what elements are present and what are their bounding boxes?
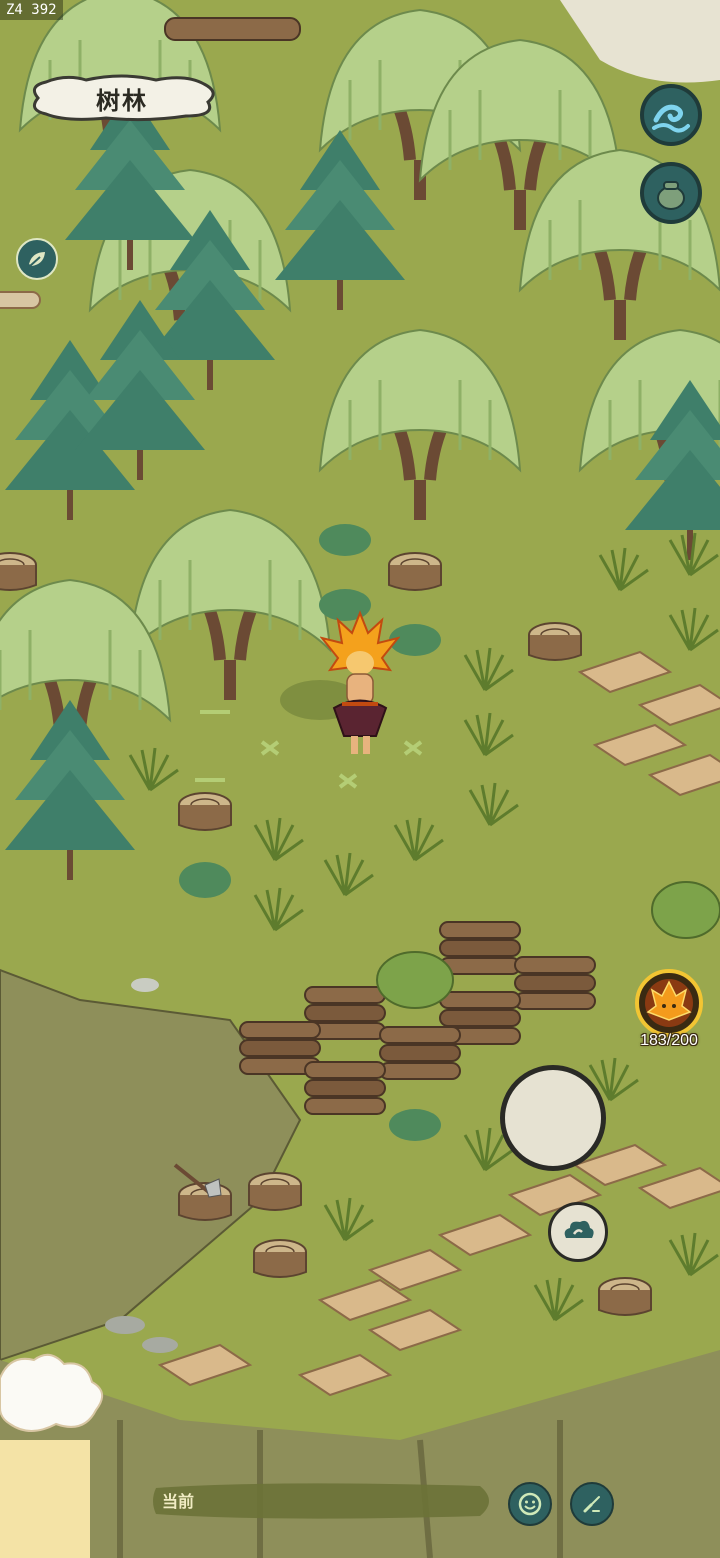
chat-bar-brush-icon xyxy=(153,1483,489,1519)
bag-button[interactable] xyxy=(640,162,702,224)
water-skill-button[interactable] xyxy=(640,84,702,146)
fire-hair-character-icon xyxy=(319,610,401,754)
chat-channel-label: 当前 xyxy=(162,1492,195,1511)
cloud-icon xyxy=(0,1353,103,1432)
chat-bar[interactable]: 当前 xyxy=(150,1478,495,1524)
energy-indicator[interactable]: 183/200 xyxy=(630,968,708,1058)
debug-id-text: Z4 392 xyxy=(0,0,63,20)
action-joystick[interactable] xyxy=(500,1065,606,1171)
fire-spirit-icon xyxy=(635,969,703,1037)
leaf-icon xyxy=(29,252,45,267)
location-banner: 树林 xyxy=(26,74,218,122)
game-world[interactable] xyxy=(0,0,720,1558)
brush-icon xyxy=(583,1496,600,1513)
location-name: 树林 xyxy=(96,85,148,115)
bag-icon xyxy=(657,181,685,210)
bottom-left-sand xyxy=(0,1440,90,1558)
send-button[interactable] xyxy=(570,1482,614,1526)
corner-cloud-decoration xyxy=(0,1348,110,1438)
leaf-button[interactable] xyxy=(16,238,58,280)
emote-button[interactable] xyxy=(508,1482,552,1526)
smile-icon xyxy=(518,1492,542,1516)
player-character xyxy=(319,608,401,768)
energy-count: 183/200 xyxy=(640,1032,698,1049)
cloud-swirl-icon xyxy=(564,1220,594,1238)
water-wave-icon xyxy=(652,104,690,133)
cloud-action-button[interactable] xyxy=(548,1202,608,1262)
